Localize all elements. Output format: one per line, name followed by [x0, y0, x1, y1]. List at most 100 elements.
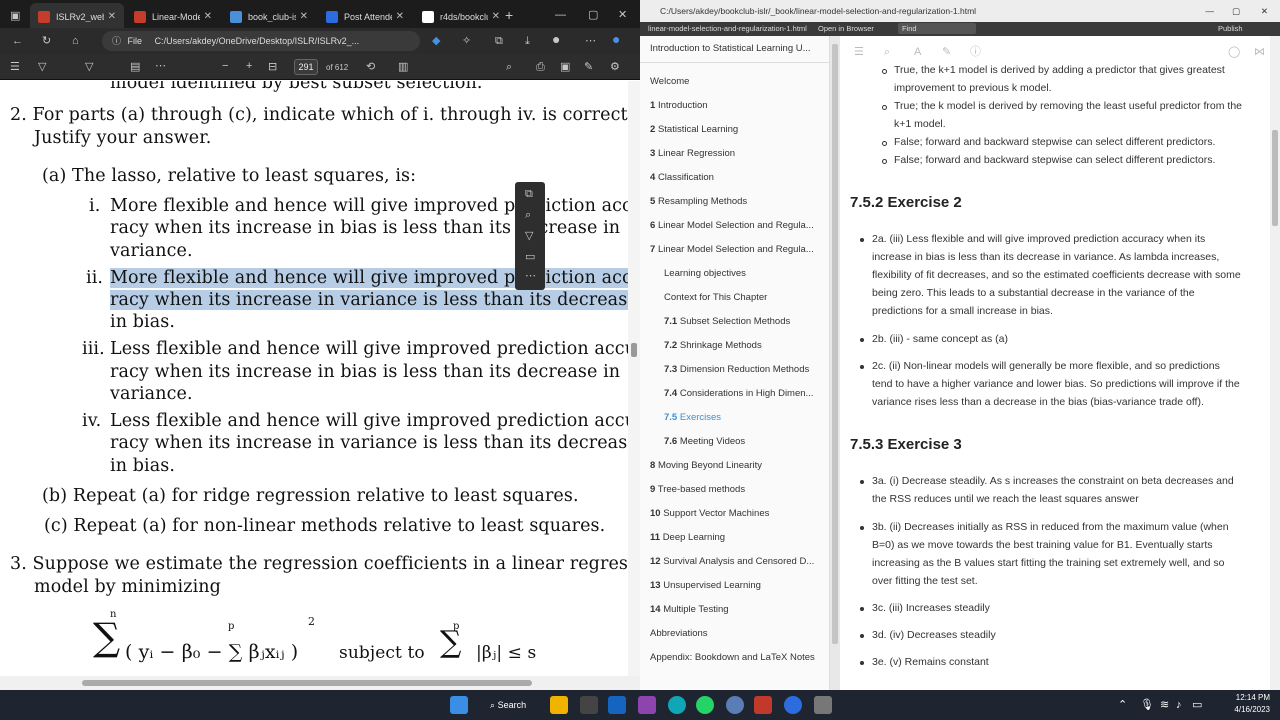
toc-item[interactable]: 6 Linear Model Selection and Regula...	[650, 220, 826, 231]
more-menu-icon[interactable]: ⋯	[585, 35, 596, 47]
filter-icon[interactable]: ▽	[85, 61, 93, 73]
fit-page-icon[interactable]: ⊟	[268, 61, 277, 73]
toc-item[interactable]: 2 Statistical Learning	[650, 124, 826, 135]
toc-item[interactable]: Context for This Chapter	[664, 292, 824, 303]
tab-close-icon[interactable]: ✕	[204, 11, 212, 22]
edit-icon[interactable]: ✎	[584, 61, 593, 73]
toc-item[interactable]: 9 Tree-based methods	[650, 484, 826, 495]
toc-item[interactable]: 12 Survival Analysis and Censored D...	[650, 556, 826, 567]
settings-icon[interactable]	[814, 696, 832, 714]
toc-scrollbar[interactable]	[830, 36, 840, 690]
settings-icon[interactable]: ⚙	[610, 61, 620, 73]
feather-app-icon[interactable]	[638, 696, 656, 714]
search-icon[interactable]: ⌕	[506, 61, 512, 73]
file-tab[interactable]: linear-model-selection-and-regularizatio…	[648, 22, 807, 36]
whatsapp-icon[interactable]	[696, 696, 714, 714]
toc-scroll-thumb[interactable]	[832, 44, 838, 644]
shield-icon[interactable]: ◆	[432, 35, 440, 47]
book-title[interactable]: Introduction to Statistical Learning U..…	[650, 43, 826, 54]
toc-item[interactable]: 14 Multiple Testing	[650, 604, 826, 615]
print-icon[interactable]: ⎙	[536, 61, 545, 73]
font-icon[interactable]: A	[914, 46, 921, 58]
home-icon[interactable]: ⌂	[72, 35, 79, 47]
scroll-thumb[interactable]	[631, 343, 637, 357]
tab-close-icon[interactable]: ✕	[396, 11, 404, 22]
close-window-icon[interactable]: ✕	[618, 9, 627, 21]
content-scroll-thumb[interactable]	[1272, 130, 1278, 226]
share-icon[interactable]: ⋈	[1254, 46, 1265, 58]
search-button[interactable]: ⌕ Search	[480, 696, 542, 714]
clock[interactable]: 12:14 PM 4/16/2023	[1234, 692, 1270, 716]
toc-item[interactable]: 7.4 Considerations in High Dimen...	[664, 388, 824, 399]
bing-icon[interactable]: ●	[612, 32, 620, 46]
toc-item[interactable]: 11 Deep Learning	[650, 532, 826, 543]
extensions-icon[interactable]: ✧	[462, 35, 471, 47]
toc-item[interactable]: 7.6 Meeting Videos	[664, 436, 824, 447]
maximize-icon[interactable]: ▢	[588, 9, 598, 21]
more-tools-icon[interactable]: ⋯	[155, 60, 166, 72]
toc-item[interactable]: 4 Classification	[650, 172, 826, 183]
github-icon[interactable]: ◯	[1228, 46, 1240, 58]
r-icon[interactable]	[726, 696, 744, 714]
toc-item[interactable]: 7 Linear Model Selection and Regula...	[650, 244, 826, 255]
new-tab-icon[interactable]: +	[505, 8, 513, 22]
downloads-icon[interactable]: ⤓	[525, 35, 530, 47]
search-selection-icon[interactable]: ⌕	[525, 209, 531, 221]
zoom-in-button[interactable]: +	[246, 60, 252, 72]
tab-actions-icon[interactable]: ▣	[10, 10, 20, 22]
battery-icon[interactable]: ▭	[1192, 699, 1202, 711]
hscroll-thumb[interactable]	[82, 680, 532, 686]
address-input[interactable]: ⓘ File C:/Users/akdey/OneDrive/Desktop/I…	[102, 31, 420, 51]
two-page-icon[interactable]: ▥	[398, 61, 408, 73]
toc-item[interactable]: 8 Moving Beyond Linearity	[650, 460, 826, 471]
toc-item[interactable]: 7.5 Exercises	[664, 412, 824, 423]
close-window-icon[interactable]: ✕	[1261, 0, 1268, 22]
pdf-app-icon[interactable]	[754, 696, 772, 714]
content-scrollbar[interactable]	[1270, 36, 1280, 690]
minimize-icon[interactable]: —	[1206, 0, 1215, 22]
terminal-icon[interactable]	[580, 696, 598, 714]
toc-item[interactable]: 7.2 Shrinkage Methods	[664, 340, 824, 351]
save-icon[interactable]: ▣	[560, 61, 570, 73]
search-icon[interactable]: ⌕	[884, 46, 890, 58]
maximize-icon[interactable]: ▢	[1232, 0, 1240, 22]
tab-close-icon[interactable]: ✕	[492, 11, 500, 22]
edit-icon[interactable]: ✎	[942, 46, 951, 58]
back-icon[interactable]: ←	[12, 35, 23, 47]
horizontal-scrollbar[interactable]	[0, 676, 640, 690]
highlight-icon[interactable]: ▽	[38, 61, 46, 73]
rotate-icon[interactable]: ⟲	[366, 61, 375, 73]
minimize-icon[interactable]: —	[555, 9, 566, 21]
profile-avatar[interactable]: ●	[552, 32, 560, 46]
browser-tab[interactable]: r4ds/bookclu ✕	[414, 3, 508, 30]
toc-item[interactable]: 7.3 Dimension Reduction Methods	[664, 364, 824, 375]
comment-icon[interactable]: ▭	[525, 251, 535, 263]
file-explorer-icon[interactable]	[550, 696, 568, 714]
toggle-sidebar-icon[interactable]: ☰	[854, 46, 864, 58]
text-icon[interactable]: ▤	[130, 61, 140, 73]
toc-item[interactable]: 13 Unsupervised Learning	[650, 580, 826, 591]
chevron-up-icon[interactable]: ⌃	[1118, 699, 1127, 711]
toc-item[interactable]: 5 Resampling Methods	[650, 196, 826, 207]
highlight-selection-icon[interactable]: ▽	[525, 230, 533, 242]
find-input[interactable]: Find	[898, 23, 976, 34]
browser-tab[interactable]: Linear-Model ✕	[126, 3, 220, 30]
tab-close-icon[interactable]: ✕	[108, 11, 116, 22]
toc-item[interactable]: Abbreviations	[650, 628, 826, 639]
browser-tab[interactable]: ISLRv2_websit ✕	[30, 3, 124, 30]
volume-icon[interactable]: ♪	[1176, 699, 1182, 711]
collections-icon[interactable]: ⧉	[495, 35, 503, 47]
edge-icon[interactable]	[668, 696, 686, 714]
open-in-browser-button[interactable]: Open in Browser	[818, 22, 874, 36]
toc-item[interactable]: Appendix: Bookdown and LaTeX Notes	[650, 652, 826, 663]
start-icon[interactable]	[450, 696, 468, 714]
tab-close-icon[interactable]: ✕	[300, 11, 308, 22]
zoom-icon[interactable]	[784, 696, 802, 714]
toc-item[interactable]: 7.1 Subset Selection Methods	[664, 316, 824, 327]
wifi-icon[interactable]: ≋	[1160, 699, 1169, 711]
publish-button[interactable]: Publish	[1218, 22, 1243, 36]
zoom-out-button[interactable]: −	[222, 60, 228, 72]
more-options-icon[interactable]: ⋯	[525, 270, 536, 282]
refresh-icon[interactable]: ↻	[42, 35, 51, 47]
toc-item[interactable]: Welcome	[650, 76, 826, 87]
